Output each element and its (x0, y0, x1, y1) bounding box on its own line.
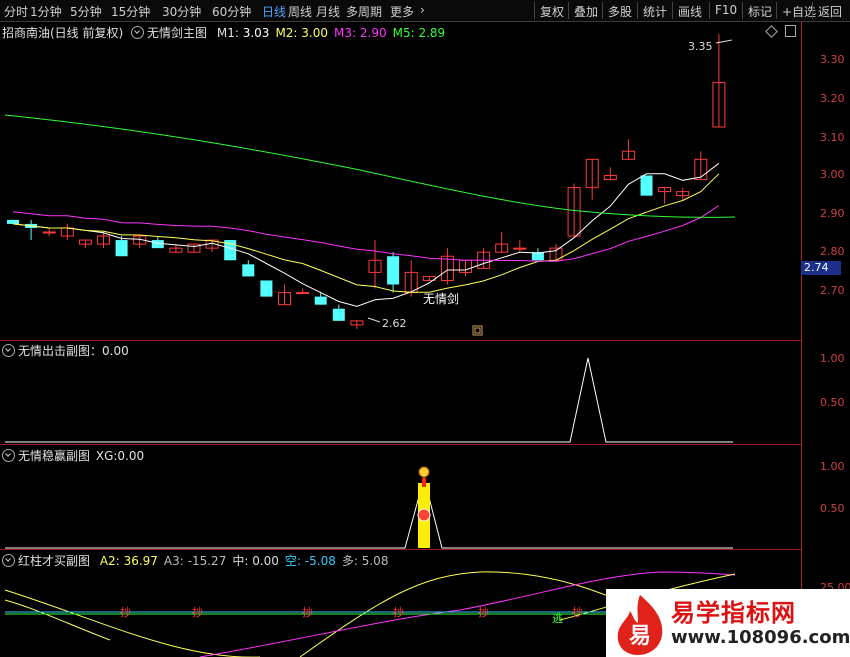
candle-down (332, 308, 345, 321)
buy-signal-label: 抄 (572, 605, 583, 619)
annotation-label: 无情剑 (423, 291, 459, 306)
candle-up (513, 247, 527, 250)
price-tick: 3.20 (820, 92, 845, 105)
buy-signal-label: 抄 (393, 605, 404, 619)
candle-down (387, 256, 400, 285)
candle-down (115, 240, 128, 257)
candle-down (314, 296, 327, 305)
buy-signal-label: 抄 (120, 605, 131, 619)
sub2-tick-2: 0.50 (820, 502, 845, 515)
buy-signal-label: 抄 (478, 605, 489, 619)
sub2-tick-1: 1.00 (820, 460, 845, 473)
site-name: 易学指标网 (671, 599, 796, 627)
signal-mark (422, 478, 426, 487)
marker-icon (472, 325, 483, 336)
watermark-logo: 易 易学指标网 www.108096.com (606, 589, 850, 657)
price-tick: 2.90 (820, 207, 845, 220)
candle-down (260, 280, 273, 297)
sell-signal-label: 逃 (552, 612, 563, 625)
candle-down (242, 264, 255, 277)
logo-glyph: 易 (629, 624, 651, 649)
marker-icon (474, 327, 481, 334)
low-label: 2.62 (382, 317, 407, 330)
chart-canvas: 3.352.62无情剑抄抄抄抄抄抄逃 (4, 34, 736, 657)
price-tick: 2.70 (820, 284, 845, 297)
price-tick: 2.80 (820, 245, 845, 258)
signal-top-icon (418, 466, 430, 478)
signal-ball-icon (417, 508, 431, 522)
price-tick: 3.30 (820, 53, 845, 66)
toolbar-button[interactable]: 返回 (818, 3, 842, 20)
candle-down (7, 219, 19, 224)
ma-line (4, 114, 736, 218)
price-tick: 3.10 (820, 131, 845, 144)
candle-up (42, 231, 56, 234)
sub1-tick-1: 1.00 (820, 352, 845, 365)
low-pointer (367, 317, 381, 323)
site-url: www.108096.com (671, 627, 850, 648)
buy-signal-label: 抄 (192, 605, 203, 619)
candle-down (640, 175, 653, 196)
price-tick: 3.00 (820, 168, 845, 181)
toolbar-separator (812, 2, 813, 19)
price-axis (801, 22, 850, 657)
high-label: 3.35 (688, 40, 713, 53)
current-price-tag: 2.74 (801, 261, 841, 275)
signal-line (5, 357, 733, 443)
candle-up (296, 292, 310, 295)
ma-line (12, 173, 720, 293)
signal-line (5, 476, 733, 549)
sub1-tick-2: 0.50 (820, 396, 845, 409)
buy-signal-label: 抄 (302, 605, 313, 619)
flame-logo-icon: 易 (617, 595, 663, 655)
